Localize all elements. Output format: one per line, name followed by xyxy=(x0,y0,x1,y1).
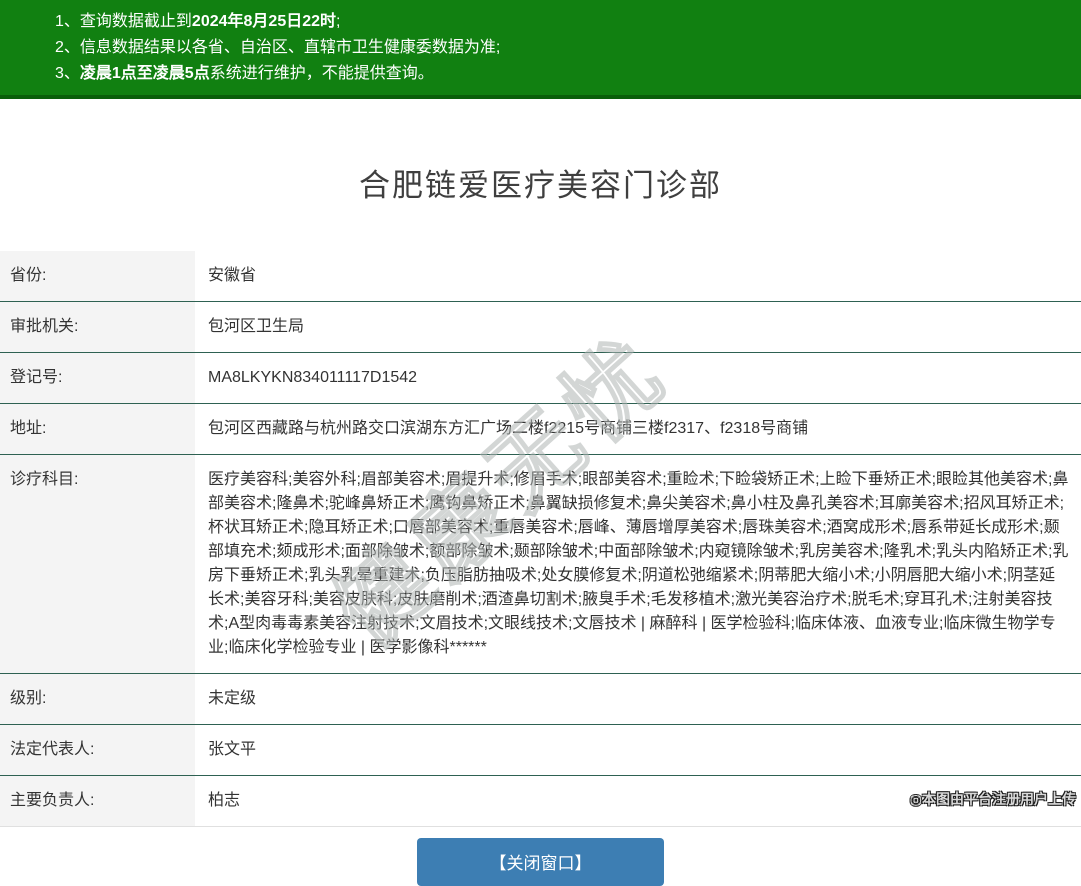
table-row-legal-representative: 法定代表人: 张文平 xyxy=(0,724,1081,776)
table-row-address: 地址: 包河区西藏路与杭州路交口滨湖东方汇广场二楼f2215号商铺三楼f2317… xyxy=(0,403,1081,455)
row-label: 登记号: xyxy=(0,352,195,403)
close-window-button[interactable]: 【关闭窗口】 xyxy=(417,837,664,886)
notice-text: 查询数据截止到 xyxy=(79,13,192,30)
notice-number: 1、 xyxy=(55,13,80,30)
row-label: 法定代表人: xyxy=(0,724,195,775)
notice-text: 信息数据结果以各省、自治区、直辖市卫生健康委数据为准; xyxy=(79,39,501,56)
header-notice: 1、查询数据截止到2024年8月25日22时; 2、信息数据结果以各省、自治区、… xyxy=(0,0,1081,99)
notice-line-2: 2、信息数据结果以各省、自治区、直辖市卫生健康委数据为准; xyxy=(55,35,1061,61)
button-row: 【关闭窗口】 xyxy=(0,837,1081,886)
table-row-treatment-subjects: 诊疗科目: 医疗美容科;美容外科;眉部美容术;眉提升术;修眉手术;眼部美容术;重… xyxy=(0,454,1081,674)
row-value: 医疗美容科;美容外科;眉部美容术;眉提升术;修眉手术;眼部美容术;重睑术;下睑袋… xyxy=(208,470,1069,656)
table-row-approval-authority: 审批机关: 包河区卫生局 xyxy=(0,301,1081,353)
row-value: 张文平 xyxy=(208,740,257,758)
table-row-province: 省份: 安徽省 xyxy=(0,250,1081,302)
institution-info-table: 省份: 安徽省 审批机关: 包河区卫生局 登记号: MA8LKYKN834011… xyxy=(0,250,1081,827)
notice-number: 2、 xyxy=(55,39,80,56)
row-label: 主要负责人: xyxy=(0,775,195,826)
row-value: 安徽省 xyxy=(208,266,257,284)
table-row-registration-number: 登记号: MA8LKYKN834011117D1542 xyxy=(0,352,1081,404)
row-value: 包河区西藏路与杭州路交口滨湖东方汇广场二楼f2215号商铺三楼f2317、f23… xyxy=(208,419,809,437)
row-value: 包河区卫生局 xyxy=(208,317,305,335)
notice-text-bold: 凌晨1点至凌晨5点 xyxy=(79,65,210,82)
row-value: 未定级 xyxy=(208,689,257,707)
title-section: 合肥链爱医疗美容门诊部 xyxy=(0,139,1081,226)
notice-number: 3、 xyxy=(55,65,80,82)
notice-line-1: 1、查询数据截止到2024年8月25日22时; xyxy=(55,9,1061,35)
row-label: 地址: xyxy=(0,403,195,454)
row-label: 级别: xyxy=(0,673,195,724)
row-value: MA8LKYKN834011117D1542 xyxy=(208,368,418,386)
row-label: 省份: xyxy=(0,250,195,301)
footer-upload-credit: ◎本图由平台注册用户上传 xyxy=(909,791,1076,807)
row-label: 诊疗科目: xyxy=(0,454,195,673)
table-row-level: 级别: 未定级 xyxy=(0,673,1081,725)
notice-text: 系统进行维护，不能提供查询。 xyxy=(209,65,434,82)
page-title: 合肥链爱医疗美容门诊部 xyxy=(359,167,722,203)
notice-text-bold: 2024年8月25日22时 xyxy=(191,13,337,30)
notice-line-3: 3、凌晨1点至凌晨5点系统进行维护，不能提供查询。 xyxy=(55,61,1061,87)
row-label: 审批机关: xyxy=(0,301,195,352)
notice-text: ; xyxy=(336,13,341,30)
